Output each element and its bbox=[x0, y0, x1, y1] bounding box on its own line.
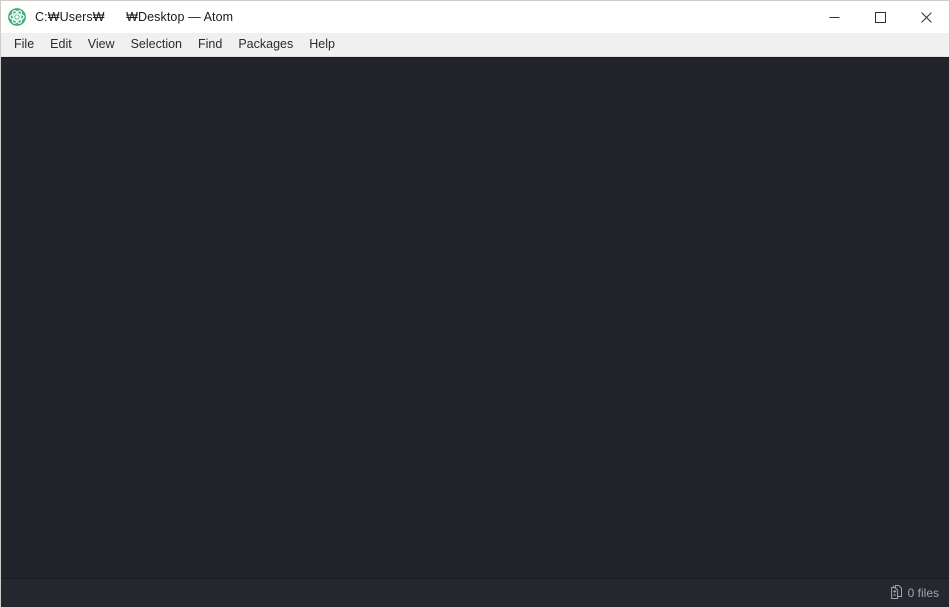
status-files-changed[interactable]: 0 files bbox=[889, 584, 939, 602]
title-bar: C:₩Users₩ ₩Desktop — Atom bbox=[1, 1, 949, 33]
atom-logo-icon bbox=[8, 8, 26, 26]
editor-pane[interactable] bbox=[1, 58, 949, 578]
window-title: C:₩Users₩ ₩Desktop — Atom bbox=[35, 10, 234, 24]
menu-bar: File Edit View Selection Find Packages H… bbox=[1, 33, 949, 57]
workspace: 0 files bbox=[1, 57, 949, 607]
atom-window: C:₩Users₩ ₩Desktop — Atom File Edit View… bbox=[0, 0, 950, 607]
menu-item-packages[interactable]: Packages bbox=[230, 35, 301, 55]
minimize-button[interactable] bbox=[811, 1, 857, 33]
maximize-button[interactable] bbox=[857, 1, 903, 33]
menu-item-file[interactable]: File bbox=[6, 35, 42, 55]
status-files-label: 0 files bbox=[907, 586, 939, 600]
maximize-icon bbox=[874, 11, 886, 23]
close-button[interactable] bbox=[903, 1, 949, 33]
menu-item-selection[interactable]: Selection bbox=[123, 35, 190, 55]
menu-item-view[interactable]: View bbox=[80, 35, 123, 55]
git-diff-files-icon bbox=[889, 584, 903, 602]
menu-item-edit[interactable]: Edit bbox=[42, 35, 80, 55]
window-controls bbox=[811, 1, 949, 33]
title-bar-left: C:₩Users₩ ₩Desktop — Atom bbox=[1, 8, 811, 26]
close-icon bbox=[920, 11, 932, 23]
minimize-icon bbox=[829, 12, 840, 23]
status-bar-right: 0 files bbox=[889, 584, 939, 602]
menu-item-help[interactable]: Help bbox=[301, 35, 343, 55]
menu-item-find[interactable]: Find bbox=[190, 35, 230, 55]
status-bar: 0 files bbox=[1, 578, 949, 607]
